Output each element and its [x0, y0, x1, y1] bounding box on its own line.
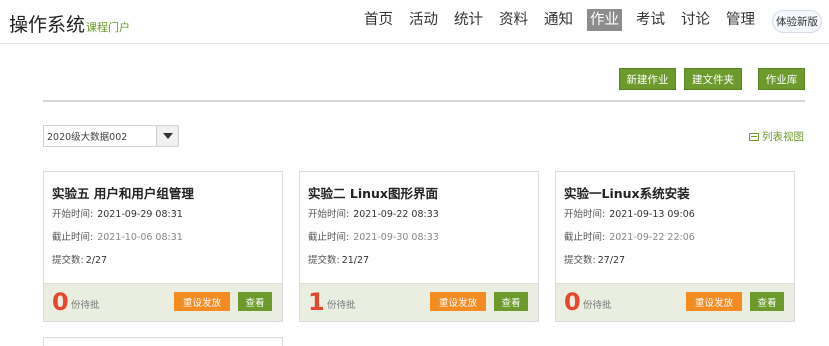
try-new-version-button[interactable]: 体验新版	[772, 10, 822, 33]
end-time: 截止时间: 2021-09-30 08:33	[308, 229, 439, 243]
start-time-label: 开始时间:	[564, 209, 606, 220]
pending-count: 0	[52, 288, 69, 316]
submit-count-value: 21/27	[341, 255, 370, 266]
assignment-title[interactable]: 实验二 Linux图形界面	[308, 183, 438, 202]
assignment-library-button[interactable]: 作业库	[758, 68, 805, 90]
main-nav: 首页 活动 统计 资料 通知 作业 考试 讨论 管理	[362, 9, 769, 31]
nav-statistics[interactable]: 统计	[452, 9, 485, 31]
reset-publish-button[interactable]: 重设发放	[686, 292, 742, 311]
top-navbar: 操作系统 课程门户 首页 活动 统计 资料 通知 作业 考试 讨论 管理 体验新…	[0, 0, 829, 44]
assignment-card: 实验五 用户和用户组管理 开始时间: 2021-09-29 08:31 截止时间:…	[43, 171, 283, 322]
new-assignment-button[interactable]: 新建作业	[619, 68, 676, 90]
start-time-label: 开始时间:	[52, 209, 94, 220]
start-time-value: 2021-09-13 09:06	[609, 209, 695, 220]
assignment-title[interactable]: 实验一Linux系统安装	[564, 183, 690, 202]
view-button[interactable]: 查看	[750, 292, 784, 311]
nav-discussion[interactable]: 讨论	[679, 9, 712, 31]
nav-assignments[interactable]: 作业	[587, 9, 622, 31]
end-time: 截止时间: 2021-10-06 08:31	[52, 229, 183, 243]
divider	[43, 100, 805, 102]
submit-count: 提交数: 2/27	[52, 252, 107, 266]
course-title: 操作系统	[9, 14, 86, 36]
pending-label: 份待批	[583, 300, 612, 311]
start-time-label: 开始时间:	[308, 209, 350, 220]
nav-activities[interactable]: 活动	[407, 9, 440, 31]
card-footer: 1 份待批 重设发放 查看	[300, 283, 538, 321]
end-time-value: 2021-09-30 08:33	[353, 232, 439, 243]
pending-label: 份待批	[327, 300, 356, 311]
class-select-value: 2020级大数据002	[47, 132, 128, 143]
nav-exams[interactable]: 考试	[634, 9, 667, 31]
pending-count: 1	[308, 288, 325, 316]
submit-count: 提交数: 27/27	[564, 252, 625, 266]
end-time-label: 截止时间:	[564, 232, 606, 243]
list-icon	[749, 132, 759, 141]
nav-home[interactable]: 首页	[362, 9, 395, 31]
dropdown-arrow-icon[interactable]	[156, 126, 178, 146]
list-view-label: 列表视图	[762, 131, 804, 143]
nav-notices[interactable]: 通知	[542, 9, 575, 31]
reset-publish-button[interactable]: 重设发放	[430, 292, 486, 311]
end-time: 截止时间: 2021-09-22 22:06	[564, 229, 695, 243]
submit-count-value: 2/27	[85, 255, 108, 266]
card-footer: 0 份待批 重设发放 查看	[556, 283, 794, 321]
nav-materials[interactable]: 资料	[497, 9, 530, 31]
start-time-value: 2021-09-29 08:31	[97, 209, 183, 220]
submit-count-value: 27/27	[597, 255, 626, 266]
start-time: 开始时间: 2021-09-13 09:06	[564, 206, 695, 220]
pending-label: 份待批	[71, 300, 100, 311]
end-time-value: 2021-10-06 08:31	[97, 232, 183, 243]
submit-count-label: 提交数:	[308, 255, 340, 266]
start-time-value: 2021-09-22 08:33	[353, 209, 439, 220]
assignment-title[interactable]: 实验五 用户和用户组管理	[52, 183, 194, 202]
submit-count: 提交数: 21/27	[308, 252, 369, 266]
view-button[interactable]: 查看	[238, 292, 272, 311]
submit-count-label: 提交数:	[52, 255, 84, 266]
course-portal-label: 课程门户	[86, 21, 131, 34]
class-select[interactable]: 2020级大数据002	[43, 125, 179, 147]
start-time: 开始时间: 2021-09-29 08:31	[52, 206, 183, 220]
assignment-card-partial	[43, 337, 283, 346]
brand[interactable]: 操作系统 课程门户	[9, 10, 130, 37]
nav-manage[interactable]: 管理	[724, 9, 757, 31]
start-time: 开始时间: 2021-09-22 08:33	[308, 206, 439, 220]
end-time-label: 截止时间:	[308, 232, 350, 243]
reset-publish-button[interactable]: 重设发放	[174, 292, 230, 311]
pending-count: 0	[564, 288, 581, 316]
end-time-value: 2021-09-22 22:06	[609, 232, 695, 243]
submit-count-label: 提交数:	[564, 255, 596, 266]
end-time-label: 截止时间:	[52, 232, 94, 243]
assignment-card: 实验一Linux系统安装 开始时间: 2021-09-13 09:06 截止时间:…	[555, 171, 795, 322]
new-folder-button[interactable]: 建文件夹	[684, 68, 742, 90]
list-view-toggle[interactable]: 列表视图	[749, 129, 804, 144]
card-footer: 0 份待批 重设发放 查看	[44, 283, 282, 321]
view-button[interactable]: 查看	[494, 292, 528, 311]
assignment-card: 实验二 Linux图形界面 开始时间: 2021-09-22 08:33 截止时间…	[299, 171, 539, 322]
